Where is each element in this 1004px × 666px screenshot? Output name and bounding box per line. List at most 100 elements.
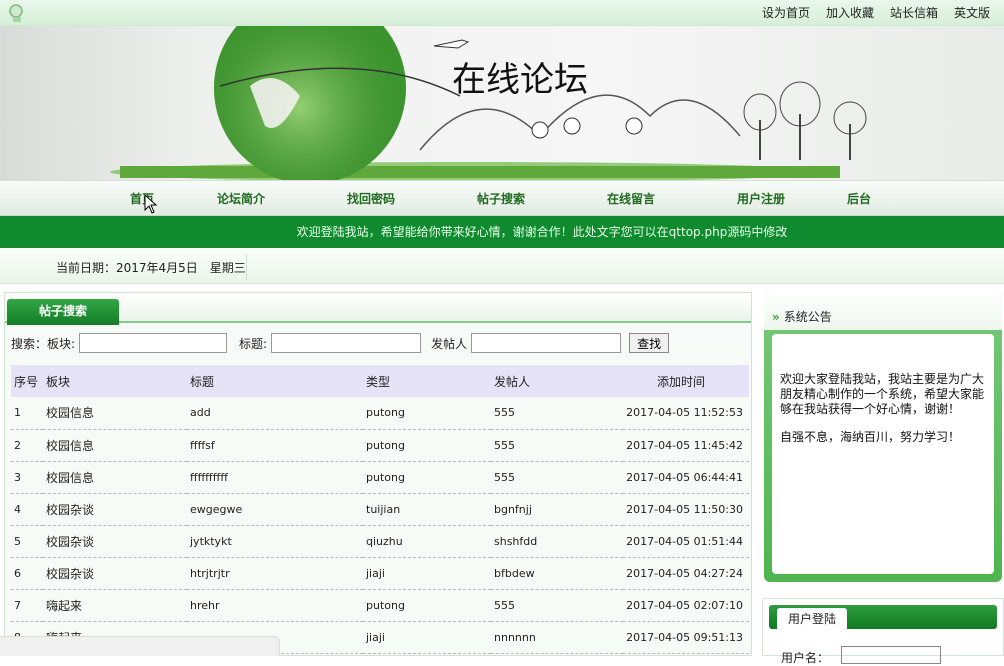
notice-motto: 自强不息，海纳百川，努力学习！ xyxy=(780,430,961,444)
login-header: 用户登陆 xyxy=(769,605,997,630)
tab-post-search[interactable]: 帖子搜索 xyxy=(7,299,119,325)
cell-poster: bfbdew xyxy=(491,557,623,590)
col-header-index: 序号 xyxy=(11,365,43,397)
notice-body: 欢迎大家登陆我站，我站主要是为广大朋友精心制作的一个系统，希望大家能够在我站获得… xyxy=(772,334,994,574)
cell-time: 2017-04-05 11:45:42 xyxy=(623,429,749,462)
cell-type: jiaji xyxy=(363,621,491,654)
cell-poster: shshfdd xyxy=(491,525,623,558)
cell-poster: 555 xyxy=(491,429,623,462)
double-chevron-icon: » xyxy=(772,310,780,324)
cell-title[interactable]: add xyxy=(187,397,363,430)
mouse-cursor-icon xyxy=(144,194,158,214)
tab-user-login[interactable]: 用户登陆 xyxy=(777,608,847,630)
notice-header: » 系统公告 xyxy=(764,290,1002,330)
notice-title: » 系统公告 xyxy=(772,308,832,325)
table-row[interactable]: 6 校园杂谈 htrjtrjtr jiaji bfbdew 2017-04-05… xyxy=(11,557,749,590)
cell-time: 2017-04-05 11:52:53 xyxy=(623,397,749,430)
col-header-title: 标题 xyxy=(187,365,363,397)
cell-poster: 555 xyxy=(491,397,623,430)
col-header-time: 添加时间 xyxy=(623,365,749,397)
poster-input[interactable] xyxy=(471,333,622,353)
nav-online-message[interactable]: 在线留言 xyxy=(607,190,655,207)
banner-title: 在线论坛 xyxy=(452,60,588,100)
block-label: 搜索：板块: xyxy=(11,336,76,351)
banner: 在线论坛 xyxy=(0,26,1004,180)
login-panel: 用户登陆 用户名： xyxy=(762,598,1004,665)
notice-panel: » 系统公告 欢迎大家登陆我站，我站主要是为广大朋友精心制作的一个系统，希望大家能… xyxy=(762,288,1004,588)
cell-type: qiuzhu xyxy=(363,525,491,558)
add-favorite-link[interactable]: 加入收藏 xyxy=(826,4,874,21)
cell-poster: 555 xyxy=(491,461,623,494)
cell-time: 2017-04-05 09:51:13 xyxy=(623,621,749,654)
title-input[interactable] xyxy=(271,333,422,353)
table-row[interactable]: 3 校园信息 ffffffffff putong 555 2017-04-05 … xyxy=(11,461,749,494)
cell-index: 7 xyxy=(11,589,43,622)
search-panel: 帖子搜索 搜索：板块: 标题: 发帖人 查找 序号 板块 标题 类型 发帖人 添… xyxy=(4,292,752,656)
cell-type: jiaji xyxy=(363,557,491,590)
table-row[interactable]: 1 校园信息 add putong 555 2017-04-05 11:52:5… xyxy=(11,397,749,430)
date-bar: 当前日期：2017年4月5日 星期三 xyxy=(0,248,1004,284)
username-input[interactable] xyxy=(841,646,941,664)
cell-type: putong xyxy=(363,429,491,462)
current-date: 当前日期：2017年4月5日 星期三 xyxy=(56,261,246,275)
cell-block: 校园杂谈 xyxy=(43,525,187,558)
cell-title[interactable]: ffffffffff xyxy=(187,461,363,494)
username-label: 用户名： xyxy=(781,651,830,665)
welcome-marquee: 欢迎登陆我站，希望能给你带来好心情，谢谢合作！此处文字您可以在qttop.php… xyxy=(0,216,1004,248)
cell-poster: bgnfnjj xyxy=(491,493,623,526)
cell-block: 校园信息 xyxy=(43,461,187,494)
nav-post-search[interactable]: 帖子搜索 xyxy=(477,190,525,207)
cell-time: 2017-04-05 06:44:41 xyxy=(623,461,749,494)
cell-type: putong xyxy=(363,461,491,494)
notice-paragraph: 欢迎大家登陆我站，我站主要是为广大朋友精心制作的一个系统，希望大家能够在我站获得… xyxy=(780,372,985,416)
cell-title[interactable]: ewgegwe xyxy=(187,493,363,526)
cell-block: 嗨起来 xyxy=(43,589,187,622)
main-nav: 首页 论坛简介 找回密码 帖子搜索 在线留言 用户注册 后台 xyxy=(0,180,1004,216)
cell-block: 校园信息 xyxy=(43,397,187,430)
col-header-block: 板块 xyxy=(43,365,187,397)
table-row[interactable]: 5 校园杂谈 jytktykt qiuzhu shshfdd 2017-04-0… xyxy=(11,525,749,558)
cell-index: 5 xyxy=(11,525,43,558)
cell-title[interactable]: hrehr xyxy=(187,589,363,622)
cell-index: 4 xyxy=(11,493,43,526)
nav-recover-password[interactable]: 找回密码 xyxy=(347,190,395,207)
cell-title[interactable]: htrjtrjtr xyxy=(187,557,363,590)
table-header-row: 序号 板块 标题 类型 发帖人 添加时间 xyxy=(11,365,749,397)
cell-title[interactable]: jytktykt xyxy=(187,525,363,558)
cell-type: putong xyxy=(363,397,491,430)
cell-index: 6 xyxy=(11,557,43,590)
cell-type: tuijian xyxy=(363,493,491,526)
cell-index: 1 xyxy=(11,397,43,430)
banner-illustration xyxy=(110,26,867,180)
nav-user-register[interactable]: 用户注册 xyxy=(737,190,785,207)
cell-poster: nnnnnn xyxy=(491,621,623,654)
table-row[interactable]: 7 嗨起来 hrehr putong 555 2017-04-05 02:07:… xyxy=(11,589,749,622)
top-links: 设为首页 加入收藏 站长信箱 英文版 xyxy=(762,4,990,21)
notice-title-text: 系统公告 xyxy=(783,310,832,324)
poster-label: 发帖人 xyxy=(431,336,468,351)
english-version-link[interactable]: 英文版 xyxy=(954,4,990,21)
cell-type: putong xyxy=(363,589,491,622)
top-bar: 设为首页 加入收藏 站长信箱 英文版 xyxy=(0,0,1004,26)
col-header-poster: 发帖人 xyxy=(491,365,623,397)
table-row[interactable]: 2 校园信息 ffffsf putong 555 2017-04-05 11:4… xyxy=(11,429,749,462)
search-button[interactable]: 查找 xyxy=(629,333,670,353)
cell-title[interactable]: ffffsf xyxy=(187,429,363,462)
date-divider xyxy=(246,254,247,280)
nav-forum-intro[interactable]: 论坛简介 xyxy=(217,190,265,207)
nav-admin[interactable]: 后台 xyxy=(847,190,871,207)
post-table: 序号 板块 标题 类型 发帖人 添加时间 1 校园信息 add putong 5… xyxy=(11,365,749,654)
notice-box: » 系统公告 欢迎大家登陆我站，我站主要是为广大朋友精心制作的一个系统，希望大家能… xyxy=(764,290,1002,582)
cell-block: 校园杂谈 xyxy=(43,493,187,526)
cell-time: 2017-04-05 02:07:10 xyxy=(623,589,749,622)
webmaster-mail-link[interactable]: 站长信箱 xyxy=(890,4,938,21)
cell-time: 2017-04-05 01:51:44 xyxy=(623,525,749,558)
table-row[interactable]: 4 校园杂谈 ewgegwe tuijian bgnfnjj 2017-04-0… xyxy=(11,493,749,526)
cell-time: 2017-04-05 04:27:24 xyxy=(623,557,749,590)
title-label: 标题: xyxy=(239,336,268,351)
cell-block: 校园杂谈 xyxy=(43,557,187,590)
block-input[interactable] xyxy=(79,333,228,353)
col-header-type: 类型 xyxy=(363,365,491,397)
cell-time: 2017-04-05 11:50:30 xyxy=(623,493,749,526)
set-home-link[interactable]: 设为首页 xyxy=(762,4,810,21)
